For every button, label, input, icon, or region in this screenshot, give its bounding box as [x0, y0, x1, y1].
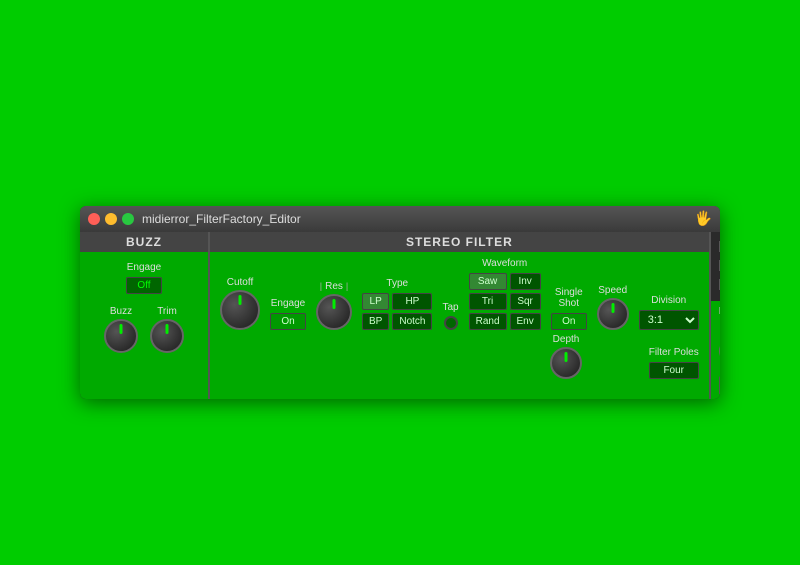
trim-knob-group: Trim	[150, 306, 184, 353]
res-group: | Res |	[316, 281, 352, 330]
hand-icon: 🖐	[695, 210, 712, 227]
type-bp[interactable]: BP	[362, 313, 389, 330]
buzz-knob[interactable]	[104, 319, 138, 353]
waveform-group: Waveform Saw Inv Tri Sqr Rand Env	[469, 258, 541, 330]
mix-knob[interactable]	[719, 338, 720, 364]
trim-knob-label: Trim	[157, 306, 177, 317]
speed-knob[interactable]	[597, 298, 629, 330]
stereo-header: STEREO FILTER	[210, 232, 709, 252]
division-group: Division 1:1 2:1 3:1 4:1 6:1 8:1	[639, 295, 699, 330]
waveform-env[interactable]: Env	[510, 313, 541, 330]
type-label: Type	[362, 278, 432, 289]
tap-group: Tap	[442, 302, 458, 330]
cutoff-knob[interactable]	[220, 290, 260, 330]
buzz-engage-toggle[interactable]: Off	[126, 277, 162, 294]
buzz-knob-label: Buzz	[110, 306, 132, 317]
support-button[interactable]: Support	[719, 376, 720, 395]
mix-knob-group: Mix	[719, 325, 720, 364]
close-button[interactable]	[88, 213, 100, 225]
type-hp[interactable]: HP	[392, 293, 432, 310]
waveform-sqr[interactable]: Sqr	[510, 293, 541, 310]
depth-knob[interactable]	[550, 347, 582, 379]
res-knob[interactable]	[316, 294, 352, 330]
buzz-inner: Engage Off Buzz Trim	[80, 252, 208, 363]
division-label: Division	[639, 295, 699, 306]
speed-group: Speed	[597, 285, 629, 330]
main-content: BUZZ Engage Off Buzz Trim	[80, 232, 720, 400]
electrix-controls: Mix By	[711, 317, 720, 372]
electrix-title-line1: ELECTRIX	[719, 238, 720, 257]
waveform-label: Waveform	[469, 258, 541, 269]
res-min-indicator: |	[320, 281, 322, 291]
electrix-title-line2: FILTER FAC	[719, 257, 720, 295]
filter-poles-button[interactable]: Four	[649, 362, 699, 379]
filter-poles-label: Filter Poles	[649, 347, 699, 358]
tap-label: Tap	[442, 302, 458, 313]
single-shot-toggle[interactable]: On	[551, 313, 587, 330]
type-notch[interactable]: Notch	[392, 313, 432, 330]
buzz-knobs: Buzz Trim	[90, 306, 198, 353]
buzz-header: BUZZ	[80, 232, 208, 252]
traffic-lights	[88, 213, 134, 225]
speed-label: Speed	[598, 285, 627, 296]
title-bar: midierror_FilterFactory_Editor 🖐	[80, 206, 720, 232]
res-label: Res	[325, 281, 343, 292]
electrix-section: ELECTRIX FILTER FAC programmed by Mix By…	[711, 232, 720, 400]
buzz-knob-group: Buzz	[104, 306, 138, 353]
window-title: midierror_FilterFactory_Editor	[142, 212, 687, 226]
electrix-subtitle: programmed by	[711, 301, 720, 317]
buzz-engage-label: Engage	[127, 262, 161, 273]
cutoff-group: Cutoff	[220, 277, 260, 330]
type-group: Type LP HP BP Notch	[362, 278, 432, 330]
tap-button[interactable]	[444, 316, 458, 330]
division-select[interactable]: 1:1 2:1 3:1 4:1 6:1 8:1	[639, 310, 699, 330]
trim-knob[interactable]	[150, 319, 184, 353]
type-buttons: LP HP BP Notch	[362, 293, 432, 330]
engage-group: Engage On	[270, 298, 306, 330]
type-lp[interactable]: LP	[362, 293, 389, 310]
depth-label: Depth	[553, 334, 580, 345]
maximize-button[interactable]	[122, 213, 134, 225]
engage-toggle[interactable]: On	[270, 313, 306, 330]
waveform-buttons: Saw Inv Tri Sqr Rand Env	[469, 273, 541, 330]
single-shot-group: Single Shot On	[551, 287, 587, 330]
waveform-rand[interactable]: Rand	[469, 313, 507, 330]
single-shot-label: Single Shot	[551, 287, 587, 309]
buzz-engage-group: Engage Off	[90, 262, 198, 294]
filter-poles-group: Filter Poles Four	[649, 347, 699, 379]
electrix-header: ELECTRIX FILTER FAC	[711, 232, 720, 302]
minimize-button[interactable]	[105, 213, 117, 225]
waveform-saw[interactable]: Saw	[469, 273, 507, 290]
depth-group: Depth	[550, 334, 582, 379]
cutoff-label: Cutoff	[227, 277, 254, 288]
stereo-section: STEREO FILTER Cutoff Engage On | R	[210, 232, 711, 400]
waveform-inv[interactable]: Inv	[510, 273, 541, 290]
waveform-tri[interactable]: Tri	[469, 293, 507, 310]
buzz-section: BUZZ Engage Off Buzz Trim	[80, 232, 210, 400]
engage-label: Engage	[271, 298, 305, 309]
plugin-window: midierror_FilterFactory_Editor 🖐 BUZZ En…	[80, 206, 720, 400]
res-max-indicator: |	[346, 281, 348, 291]
